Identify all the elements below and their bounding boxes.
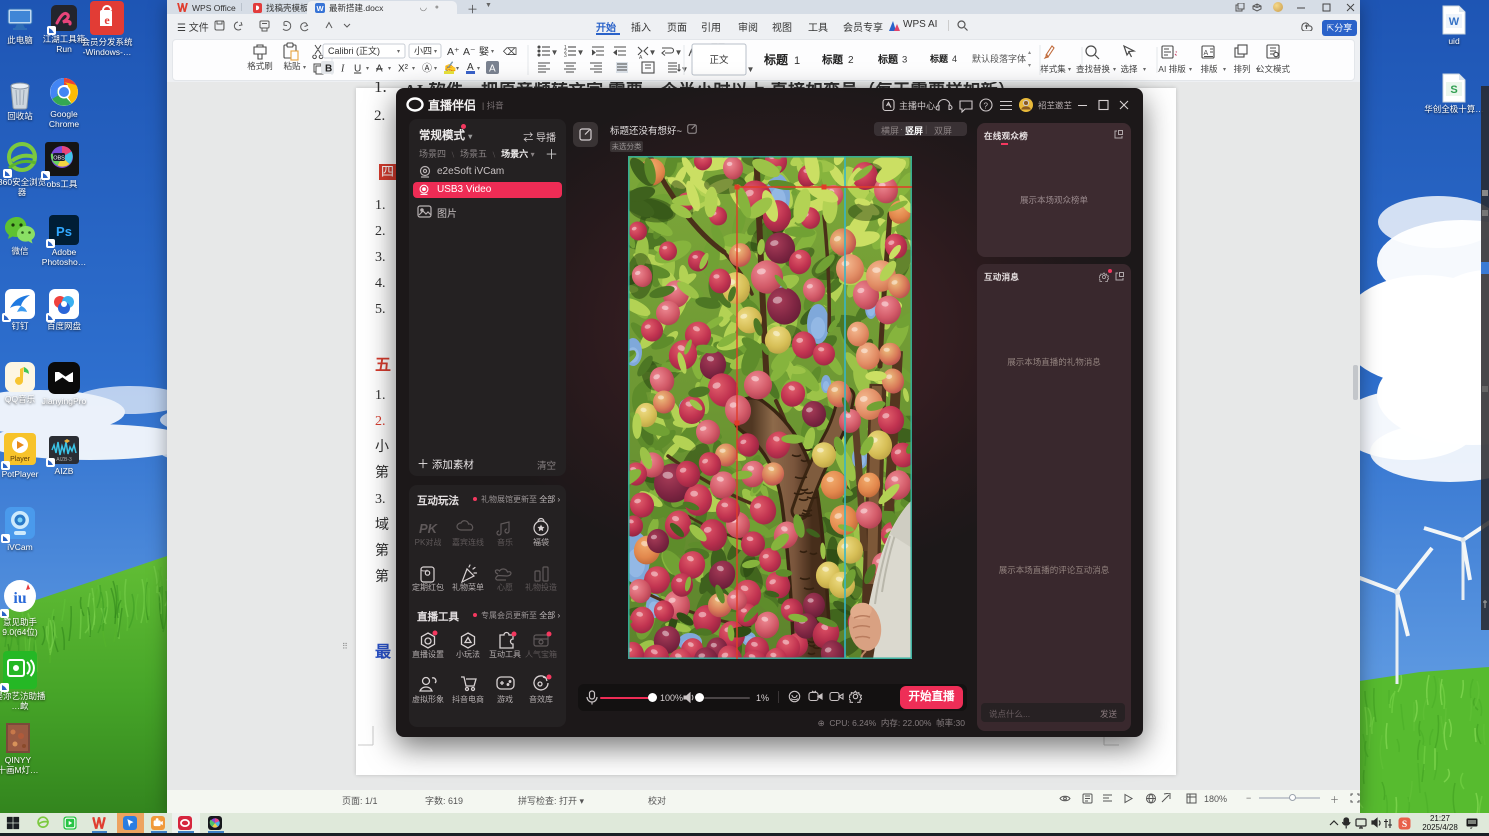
svg-text:礼物菜单: 礼物菜单 — [452, 582, 484, 592]
svg-text:U: U — [354, 64, 361, 75]
svg-text:▾: ▾ — [651, 50, 654, 56]
svg-text:W: W — [316, 4, 324, 13]
svg-text:PK: PK — [419, 521, 439, 536]
svg-text:查找替换: 查找替换 — [1076, 64, 1111, 74]
svg-text:直播设置: 直播设置 — [412, 649, 444, 659]
svg-text:▾: ▾ — [1143, 67, 1146, 73]
svg-text:?: ? — [984, 102, 989, 111]
svg-text:Ⓐ: Ⓐ — [422, 63, 432, 75]
svg-text:A: A — [376, 64, 383, 75]
svg-text:Ps: Ps — [56, 224, 72, 239]
svg-text:▾: ▾ — [1068, 67, 1071, 73]
svg-text:4: 4 — [952, 54, 957, 64]
svg-text:小四: 小四 — [414, 46, 432, 56]
svg-text:袑芏遬芏: 袑芏遬芏 — [1038, 101, 1072, 111]
svg-text:排版: 排版 — [1200, 64, 1218, 74]
svg-text:虚拟形象: 虚拟形象 — [412, 694, 444, 704]
svg-text:默认段落字体: 默认段落字体 — [972, 53, 1026, 64]
svg-text:婜: 婜 — [479, 46, 489, 58]
svg-text:礼物投造: 礼物投造 — [525, 582, 557, 592]
svg-text:iu: iu — [13, 590, 26, 607]
svg-text:公文模式: 公文模式 — [1256, 64, 1291, 74]
svg-text:A⁺: A⁺ — [447, 46, 460, 58]
svg-text:AI 排版: AI 排版 — [1158, 64, 1186, 74]
svg-text:⌫: ⌫ — [503, 47, 517, 58]
svg-text:抖音电商: 抖音电商 — [452, 694, 484, 704]
svg-text:▾: ▾ — [1189, 67, 1192, 73]
svg-text:▾: ▾ — [397, 49, 400, 55]
svg-text:标题: 标题 — [877, 53, 899, 66]
svg-text:互动工具: 互动工具 — [489, 649, 521, 659]
svg-text:I: I — [340, 64, 345, 75]
svg-text:▾: ▾ — [749, 67, 752, 73]
svg-text:S: S — [1450, 84, 1457, 96]
svg-text:e: e — [104, 13, 110, 27]
svg-text:标题: 标题 — [821, 53, 843, 66]
svg-text:主播中心: 主播中心 — [899, 100, 935, 111]
svg-text:标题: 标题 — [929, 53, 949, 64]
svg-text:正文: 正文 — [709, 54, 729, 66]
svg-text:A: A — [639, 55, 643, 61]
svg-text:▾: ▾ — [366, 66, 369, 72]
svg-text:A: A — [489, 64, 496, 75]
svg-text:X²: X² — [398, 64, 409, 75]
svg-text:PK对战: PK对战 — [415, 537, 442, 547]
svg-text:3: 3 — [564, 53, 567, 59]
svg-text:▾: ▾ — [683, 67, 686, 73]
svg-text:▾: ▾ — [1028, 63, 1031, 69]
svg-text:排列: 排列 — [1233, 64, 1250, 74]
svg-text:福袋: 福袋 — [533, 537, 549, 547]
svg-text:嘉宾连线: 嘉宾连线 — [452, 537, 484, 547]
svg-text:| 抖音: | 抖音 — [482, 101, 504, 111]
svg-text:▾: ▾ — [677, 50, 680, 56]
svg-text:OBS: OBS — [53, 156, 65, 162]
svg-text:2: 2 — [848, 55, 854, 66]
svg-text:定期红包: 定期红包 — [412, 582, 444, 592]
svg-text:选择: 选择 — [1120, 64, 1138, 74]
svg-text:人气宝箱: 人气宝箱 — [525, 649, 557, 659]
svg-text:格式刷: 格式刷 — [247, 61, 273, 71]
svg-text:▾: ▾ — [491, 49, 494, 55]
svg-text:直播伴侣: 直播伴侣 — [428, 98, 476, 113]
svg-text:游戏: 游戏 — [497, 694, 513, 704]
svg-text:音乐: 音乐 — [497, 537, 513, 547]
svg-text:▴: ▴ — [1028, 50, 1031, 56]
svg-text:音效库: 音效库 — [529, 694, 553, 704]
svg-text:S: S — [1402, 820, 1407, 830]
svg-text:▾: ▾ — [303, 65, 306, 71]
svg-text:W: W — [1449, 16, 1460, 28]
svg-text:样式集: 样式集 — [1040, 64, 1066, 74]
svg-text:标题: 标题 — [763, 52, 789, 67]
svg-text:小玩法: 小玩法 — [456, 649, 480, 659]
svg-text:3: 3 — [902, 55, 907, 66]
svg-text:▾: ▾ — [553, 50, 556, 56]
svg-text:▾: ▾ — [434, 66, 437, 72]
svg-text:▾: ▾ — [579, 50, 582, 56]
svg-text:▾: ▾ — [388, 66, 391, 72]
svg-text:▾: ▾ — [1113, 67, 1116, 73]
svg-text:▾: ▾ — [412, 66, 415, 72]
svg-text:Calibri (正文): Calibri (正文) — [328, 45, 380, 56]
svg-text:▾: ▾ — [1223, 67, 1226, 73]
svg-text:▾: ▾ — [434, 49, 437, 55]
svg-text:AIZB-3: AIZB-3 — [56, 457, 72, 463]
svg-text:粘贴: 粘贴 — [283, 61, 301, 71]
svg-text:▾: ▾ — [477, 66, 480, 72]
svg-text:▾: ▾ — [456, 66, 459, 72]
svg-text:Player: Player — [10, 456, 31, 463]
svg-text:心愿: 心愿 — [497, 583, 513, 592]
svg-text:A⁻: A⁻ — [463, 46, 476, 58]
svg-text:B: B — [325, 64, 332, 75]
svg-text:1: 1 — [794, 55, 800, 67]
